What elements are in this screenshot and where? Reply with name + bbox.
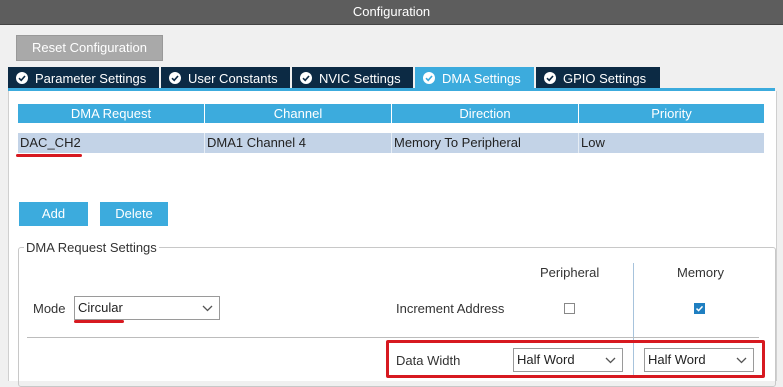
mode-label: Mode	[33, 301, 66, 316]
check-circle-icon	[300, 72, 312, 84]
cell-dma-request: DAC_CH2	[18, 133, 205, 153]
tab-dma-settings[interactable]: DMA Settings	[415, 67, 534, 89]
group-legend: DMA Request Settings	[24, 240, 159, 255]
cell-direction: Memory To Peripheral	[392, 133, 579, 153]
dma-table-header: DMA Request Channel Direction Priority	[18, 104, 764, 123]
table-row[interactable]: DAC_CH2 DMA1 Channel 4 Memory To Periphe…	[18, 133, 764, 153]
reset-configuration-button[interactable]: Reset Configuration	[16, 35, 163, 61]
peripheral-header: Peripheral	[540, 265, 600, 280]
window-title: Configuration	[0, 0, 783, 25]
check-circle-icon	[544, 72, 556, 84]
column-header-direction[interactable]: Direction	[392, 104, 578, 123]
add-button[interactable]: Add	[19, 202, 88, 226]
delete-button[interactable]: Delete	[100, 202, 168, 226]
mode-select-value: Circular	[78, 300, 123, 315]
check-circle-icon	[423, 72, 435, 84]
increment-peripheral-checkbox[interactable]	[564, 303, 575, 314]
increment-memory-checkbox[interactable]	[694, 303, 705, 314]
annotation-underline-mode	[74, 320, 124, 323]
tab-label: Parameter Settings	[35, 70, 147, 86]
tab-gpio-settings[interactable]: GPIO Settings	[536, 67, 660, 89]
tab-label: User Constants	[188, 70, 278, 86]
settings-divider	[27, 337, 759, 338]
annotation-underline-request	[16, 154, 82, 157]
annotation-highlight-box	[386, 340, 765, 378]
tab-bar: Parameter Settings User Constants NVIC S…	[8, 67, 662, 89]
check-circle-icon	[169, 72, 181, 84]
cell-priority: Low	[581, 135, 605, 150]
tab-user-constants[interactable]: User Constants	[161, 67, 290, 89]
tab-parameter-settings[interactable]: Parameter Settings	[8, 67, 159, 89]
column-header-channel[interactable]: Channel	[205, 104, 391, 123]
chevron-down-icon	[202, 305, 213, 312]
mode-select[interactable]: Circular	[74, 296, 220, 320]
memory-header: Memory	[677, 265, 724, 280]
checkmark-icon	[695, 305, 704, 312]
tab-label: NVIC Settings	[319, 70, 401, 86]
check-circle-icon	[16, 72, 28, 84]
increment-address-label: Increment Address	[396, 301, 505, 316]
tab-nvic-settings[interactable]: NVIC Settings	[292, 67, 413, 89]
tab-label: GPIO Settings	[563, 70, 647, 86]
column-header-priority[interactable]: Priority	[579, 104, 764, 123]
column-header-dma-request[interactable]: DMA Request	[18, 104, 204, 123]
tab-label: DMA Settings	[442, 70, 521, 86]
cell-channel: DMA1 Channel 4	[205, 133, 392, 153]
